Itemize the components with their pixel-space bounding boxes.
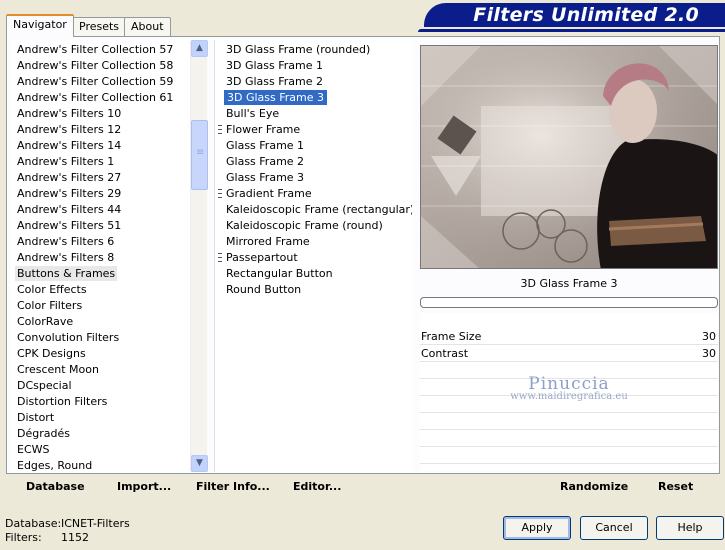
filter-item[interactable]: Glass Frame 3 [226,170,304,185]
param-value[interactable]: 30 [702,329,716,345]
category-item[interactable]: ColorRave [17,314,73,329]
left-action-bar: Database Import... Filter Info... Editor… [10,475,412,499]
app-title: Filters Unlimited 2.0 [473,4,699,26]
filter-item[interactable]: Glass Frame 2 [226,154,304,169]
category-item[interactable]: Dégradés [17,426,70,441]
filter-item[interactable]: Glass Frame 1 [226,138,304,153]
filter-item[interactable]: Round Button [226,282,301,297]
param-row-empty [420,414,718,430]
filters-count: 1152 [61,531,89,544]
param-value[interactable]: 30 [702,346,716,362]
filter-item[interactable]: 3D Glass Frame 2 [226,74,323,89]
filter-item[interactable]: 3D Glass Frame 3 [224,90,328,105]
category-item[interactable]: Andrew's Filter Collection 59 [17,74,173,89]
filter-item[interactable]: Bull's Eye [226,106,279,121]
category-item[interactable]: Andrew's Filters 6 [17,234,114,249]
category-item[interactable]: Edges, Round [17,458,92,472]
help-button[interactable]: Help [656,516,724,540]
filter-item[interactable]: Rectangular Button [226,266,333,281]
param-row-contrast[interactable]: Contrast 30 [420,346,718,362]
app-title-banner: Filters Unlimited 2.0 [418,3,725,32]
category-item[interactable]: Andrew's Filters 12 [17,122,121,137]
randomize-button[interactable]: Randomize [560,480,628,493]
category-item[interactable]: Andrew's Filters 14 [17,138,121,153]
category-item[interactable]: Andrew's Filters 10 [17,106,121,121]
category-item[interactable]: Color Filters [17,298,82,313]
filter-item[interactable]: Kaleidoscopic Frame (rectangular) [226,202,412,217]
grip-icon [218,125,222,134]
category-item[interactable]: DCspecial [17,378,72,393]
category-item[interactable]: Andrew's Filters 29 [17,186,121,201]
param-row-frame-size[interactable]: Frame Size 30 [420,329,718,345]
filter-item[interactable]: Mirrored Frame [226,234,310,249]
category-item[interactable]: Andrew's Filters 27 [17,170,121,185]
preview-image [420,45,718,269]
up-arrow-icon[interactable]: ▲ [191,40,208,57]
down-arrow-icon[interactable]: ▼ [191,455,208,472]
apply-button[interactable]: Apply [503,516,571,540]
category-item[interactable]: Andrew's Filters 1 [17,154,114,169]
category-item[interactable]: Andrew's Filter Collection 58 [17,58,173,73]
database-button[interactable]: Database [26,480,85,493]
category-list[interactable]: Andrew's Filter Collection 57 Andrew's Fi… [10,40,206,472]
filter-info-button[interactable]: Filter Info... [196,480,270,493]
param-row-empty [420,448,718,464]
filter-item[interactable]: Kaleidoscopic Frame (round) [226,218,383,233]
category-item[interactable]: Distort [17,410,54,425]
category-item[interactable]: Convolution Filters [17,330,119,345]
tab-about[interactable]: About [124,17,171,36]
filters-label: Filters: [5,531,42,544]
category-item[interactable]: Color Effects [17,282,87,297]
database-label: Database: [5,517,62,530]
category-scrollbar[interactable]: ▲ ▼ [190,40,208,472]
category-item[interactable]: Andrew's Filter Collection 61 [17,90,173,105]
grip-icon [218,189,222,198]
filter-item[interactable]: Flower Frame [226,122,300,137]
database-value: ICNET-Filters [61,517,130,530]
scroll-thumb[interactable] [191,120,208,190]
cancel-button[interactable]: Cancel [580,516,648,540]
category-item[interactable]: Andrew's Filters 44 [17,202,121,217]
param-row-empty [420,431,718,447]
category-item[interactable]: Buttons & Frames [15,266,118,281]
preview-filter-label: 3D Glass Frame 3 [520,277,618,290]
filter-item[interactable]: Passepartout [226,250,298,265]
watermark-url: www.maidiregrafica.eu [510,391,628,402]
right-action-bar: Randomize Reset [420,475,718,499]
grip-icon [218,253,222,262]
category-item[interactable]: Distortion Filters [17,394,107,409]
param-label: Frame Size [421,330,482,343]
watermark: Pinuccia www.maidiregrafica.eu [420,374,718,402]
filter-list[interactable]: 3D Glass Frame (rounded) 3D Glass Frame 1… [214,40,412,472]
category-item[interactable]: Crescent Moon [17,362,99,377]
reset-button[interactable]: Reset [658,480,693,493]
category-item[interactable]: Andrew's Filters 51 [17,218,121,233]
param-label: Contrast [421,347,469,360]
status-area: Database:ICNET-Filters Filters: 1152 [5,517,130,545]
category-item[interactable]: ECWS [17,442,50,457]
filter-item[interactable]: Gradient Frame [226,186,312,201]
category-item[interactable]: Andrew's Filter Collection 57 [17,42,173,57]
category-item[interactable]: CPK Designs [17,346,86,361]
tab-presets[interactable]: Presets [72,17,127,36]
filter-item[interactable]: 3D Glass Frame 1 [226,58,323,73]
progress-bar [420,297,718,308]
editor-button[interactable]: Editor... [293,480,341,493]
import-button[interactable]: Import... [117,480,171,493]
tab-navigator[interactable]: Navigator [6,14,74,37]
category-item[interactable]: Andrew's Filters 8 [17,250,114,265]
filter-item[interactable]: 3D Glass Frame (rounded) [226,42,370,57]
